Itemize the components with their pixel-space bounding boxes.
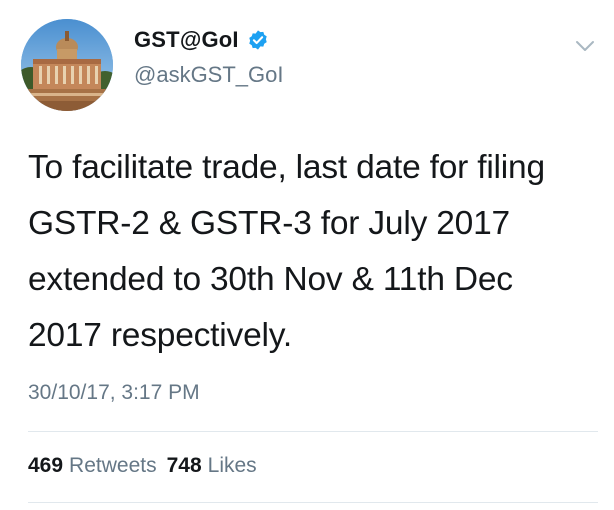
display-name[interactable]: GST@GoI <box>134 27 239 53</box>
tweet-timestamp[interactable]: 30/10/17, 3:17 PM <box>28 381 200 405</box>
retweets-count[interactable]: 469 <box>28 454 63 478</box>
profile-avatar[interactable] <box>21 19 113 111</box>
engagement-stats: 469 Retweets 748 Likes <box>28 454 257 478</box>
tweet-card: GST@GoI @askGST_GoI To facilitate trade,… <box>0 0 614 510</box>
account-handle[interactable]: @askGST_GoI <box>134 62 284 88</box>
chevron-down-icon[interactable] <box>574 38 596 54</box>
likes-label[interactable]: Likes <box>208 454 257 478</box>
divider <box>28 502 598 503</box>
retweets-label[interactable]: Retweets <box>69 454 157 478</box>
tweet-text-line: 2017 respectively. <box>28 317 292 354</box>
tweet-text-line: GSTR-2 & GSTR-3 for July 2017 <box>28 205 510 242</box>
account-name-row: GST@GoI <box>134 27 269 53</box>
tweet-text: To facilitate trade, last date for filin… <box>28 140 598 364</box>
tweet-text-line: To facilitate trade, last date for filin… <box>28 149 545 186</box>
divider <box>28 431 598 432</box>
tweet-text-line: extended to 30th Nov & 11th Dec <box>28 261 513 298</box>
building-avatar-icon <box>21 19 113 111</box>
likes-count[interactable]: 748 <box>167 454 202 478</box>
verified-badge-icon <box>247 29 269 51</box>
